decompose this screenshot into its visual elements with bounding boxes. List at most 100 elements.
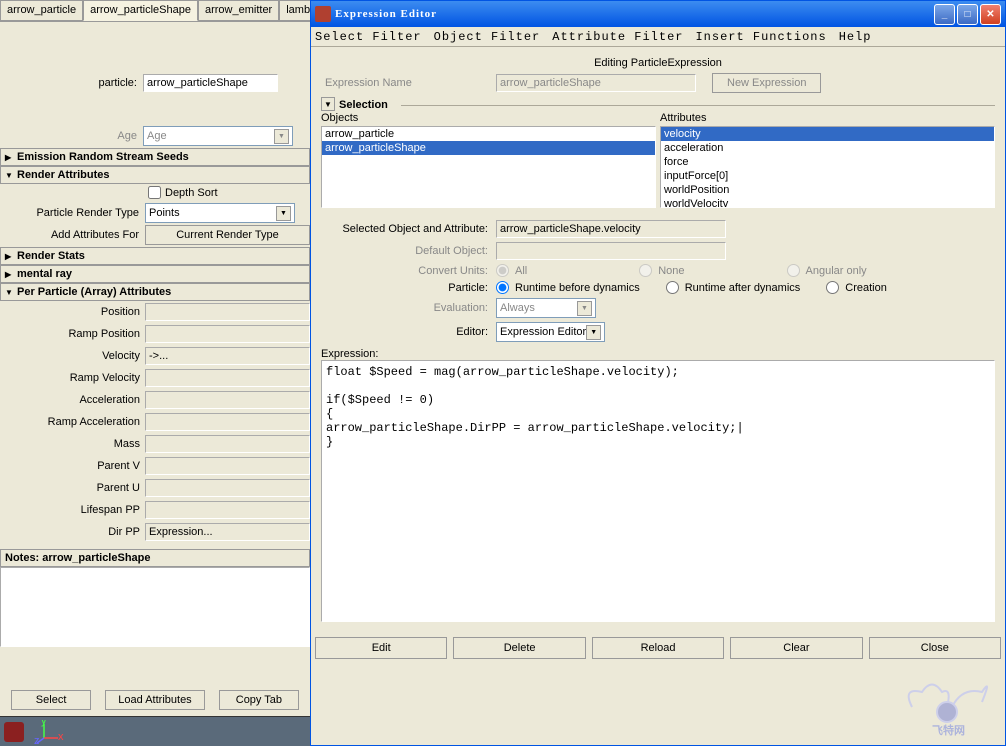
default-object-input — [496, 242, 726, 260]
attributes-label: Attributes — [660, 112, 995, 124]
attr-mass-input[interactable] — [145, 435, 310, 453]
attr-acceleration-label: Acceleration — [0, 394, 145, 406]
minimize-button[interactable]: _ — [934, 4, 955, 25]
age-label: Age — [0, 130, 143, 142]
app-icon — [315, 6, 331, 22]
section-render-stats[interactable]: Render Stats — [0, 247, 310, 265]
list-item[interactable]: velocity — [661, 127, 994, 141]
age-dropdown[interactable]: Age▼ — [143, 126, 293, 146]
tab-arrow-particle[interactable]: arrow_particle — [0, 0, 83, 21]
section-emission-seeds[interactable]: Emission Random Stream Seeds — [0, 148, 310, 166]
list-item[interactable]: arrow_particle — [322, 127, 655, 141]
svg-text:y: y — [41, 720, 47, 727]
runtime-before-radio[interactable] — [496, 281, 509, 294]
add-attributes-for-label: Add Attributes For — [0, 229, 145, 241]
runtime-after-radio[interactable] — [666, 281, 679, 294]
copy-tab-button[interactable]: Copy Tab — [219, 690, 299, 710]
attr-position-label: Position — [0, 306, 145, 318]
svg-text:x: x — [58, 731, 64, 743]
evaluation-dropdown: Always▼ — [496, 298, 596, 318]
expression-editor-window: Expression Editor _ □ ✕ Select Filter Ob… — [310, 0, 1006, 746]
depth-sort-checkbox[interactable] — [148, 186, 161, 199]
close-button[interactable]: Close — [869, 637, 1001, 659]
particle-render-type-label: Particle Render Type — [0, 207, 145, 219]
convert-none-radio — [639, 264, 652, 277]
list-item[interactable]: worldPosition — [661, 183, 994, 197]
editor-select-label: Editor: — [321, 326, 496, 338]
attr-ramp-velocity-input[interactable] — [145, 369, 310, 387]
maya-icon — [4, 722, 24, 742]
attr-ramp-velocity-label: Ramp Velocity — [0, 372, 145, 384]
objects-label: Objects — [321, 112, 656, 124]
clear-button[interactable]: Clear — [730, 637, 862, 659]
menu-insert-functions[interactable]: Insert Functions — [695, 30, 826, 44]
attr-parent-u-input[interactable] — [145, 479, 310, 497]
status-bar: y x z — [0, 716, 310, 746]
objects-listbox[interactable]: arrow_particle arrow_particleShape — [321, 126, 656, 208]
convert-angular-radio — [787, 264, 800, 277]
attr-acceleration-input[interactable] — [145, 391, 310, 409]
edit-button[interactable]: Edit — [315, 637, 447, 659]
notes-textarea[interactable] — [0, 567, 310, 647]
attr-ramp-position-label: Ramp Position — [0, 328, 145, 340]
depth-sort-label: Depth Sort — [165, 187, 218, 199]
particle-render-type-dropdown[interactable]: Points▼ — [145, 203, 295, 223]
attr-velocity-input[interactable] — [145, 347, 310, 365]
menu-select-filter[interactable]: Select Filter — [315, 30, 422, 44]
attr-dir-pp-label: Dir PP — [0, 526, 145, 538]
list-item[interactable]: acceleration — [661, 141, 994, 155]
attr-ramp-acceleration-input[interactable] — [145, 413, 310, 431]
svg-text:z: z — [34, 735, 40, 744]
menu-attribute-filter[interactable]: Attribute Filter — [552, 30, 683, 44]
section-mental-ray[interactable]: mental ray — [0, 265, 310, 283]
attr-parent-v-label: Parent V — [0, 460, 145, 472]
convert-units-label: Convert Units: — [321, 265, 496, 277]
section-render-attributes[interactable]: Render Attributes — [0, 166, 310, 184]
menu-object-filter[interactable]: Object Filter — [434, 30, 541, 44]
attr-lifespan-pp-input[interactable] — [145, 501, 310, 519]
attr-parent-v-input[interactable] — [145, 457, 310, 475]
attr-ramp-position-input[interactable] — [145, 325, 310, 343]
expression-name-input[interactable] — [496, 74, 696, 92]
particle-name-input[interactable] — [143, 74, 278, 92]
expression-label: Expression: — [321, 348, 995, 360]
particle-timing-label: Particle: — [321, 282, 496, 294]
tab-arrow-emitter[interactable]: arrow_emitter — [198, 0, 279, 21]
attr-position-input[interactable] — [145, 303, 310, 321]
expression-textarea[interactable]: float $Speed = mag(arrow_particleShape.v… — [321, 360, 995, 622]
section-per-particle-attributes[interactable]: Per Particle (Array) Attributes — [0, 283, 310, 301]
selection-collapse-button[interactable]: ▼ — [321, 97, 335, 111]
attr-dir-pp-input[interactable] — [145, 523, 310, 541]
selected-obj-attr-label: Selected Object and Attribute: — [321, 223, 496, 235]
menubar: Select Filter Object Filter Attribute Fi… — [311, 27, 1005, 47]
list-item[interactable]: force — [661, 155, 994, 169]
particle-label: particle: — [0, 77, 143, 89]
list-item[interactable]: arrow_particleShape — [322, 141, 655, 155]
default-object-label: Default Object: — [321, 245, 496, 257]
creation-radio[interactable] — [826, 281, 839, 294]
list-item[interactable]: inputForce[0] — [661, 169, 994, 183]
menu-help[interactable]: Help — [839, 30, 872, 44]
reload-button[interactable]: Reload — [592, 637, 724, 659]
expression-name-label: Expression Name — [321, 77, 496, 89]
new-expression-button[interactable]: New Expression — [712, 73, 821, 93]
select-button[interactable]: Select — [11, 690, 91, 710]
load-attributes-button[interactable]: Load Attributes — [105, 690, 204, 710]
axis-gizmo-icon: y x z — [34, 720, 64, 744]
tab-arrow-particle-shape[interactable]: arrow_particleShape — [83, 0, 198, 21]
window-title: Expression Editor — [335, 8, 934, 20]
notes-header: Notes: arrow_particleShape — [0, 549, 310, 567]
close-window-button[interactable]: ✕ — [980, 4, 1001, 25]
convert-all-radio — [496, 264, 509, 277]
titlebar[interactable]: Expression Editor _ □ ✕ — [311, 1, 1005, 27]
attr-mass-label: Mass — [0, 438, 145, 450]
delete-button[interactable]: Delete — [453, 637, 585, 659]
list-item[interactable]: worldVelocity — [661, 197, 994, 208]
current-render-type-button[interactable]: Current Render Type — [145, 225, 310, 245]
attr-lifespan-pp-label: Lifespan PP — [0, 504, 145, 516]
editor-dropdown[interactable]: Expression Editor▼ — [496, 322, 605, 342]
attributes-listbox[interactable]: velocity acceleration force inputForce[0… — [660, 126, 995, 208]
attr-velocity-label: Velocity — [0, 350, 145, 362]
selected-obj-attr-input[interactable] — [496, 220, 726, 238]
maximize-button[interactable]: □ — [957, 4, 978, 25]
